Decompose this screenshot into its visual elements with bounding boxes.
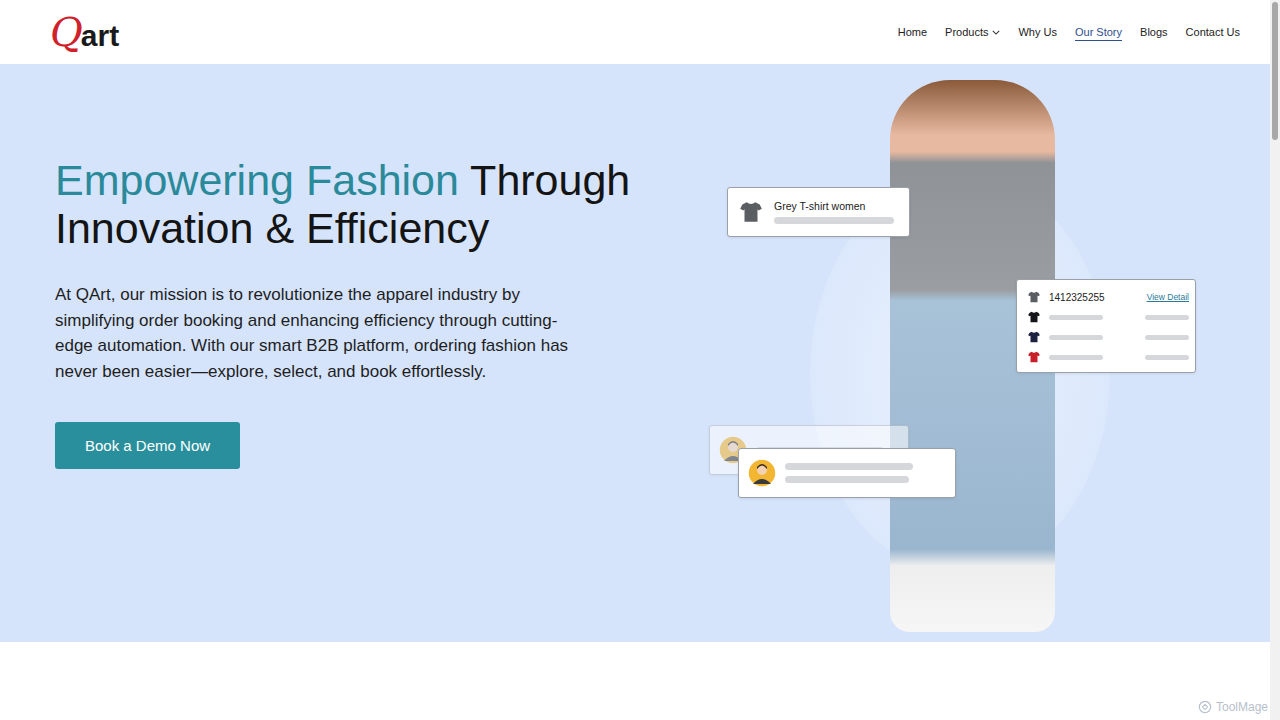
watermark-text: ToolMage — [1216, 700, 1268, 714]
site-header: Qart Home Products Why Us Our Story Blogs Cont… — [0, 0, 1270, 64]
nav-label: Products — [945, 26, 988, 38]
main-content: Qart Home Products Why Us Our Story Blogs Cont… — [0, 0, 1270, 720]
tshirt-icon — [1027, 290, 1041, 304]
placeholder-bar — [1049, 315, 1103, 320]
hero-text: Empowering Fashion Through Innovation & … — [55, 64, 655, 642]
order-row — [1027, 330, 1189, 344]
nav-item[interactable]: Contact Us — [1186, 22, 1240, 42]
scrollbar[interactable] — [1270, 0, 1280, 720]
logo-mark: Q — [50, 12, 83, 52]
placeholder-bar — [1145, 335, 1189, 340]
product-card[interactable]: Grey T-shirt women — [727, 187, 910, 237]
watermark: ToolMage — [1198, 700, 1268, 714]
nav-label: Home — [898, 26, 927, 38]
nav-item[interactable]: Why Us — [1018, 22, 1057, 42]
tshirt-icon — [1027, 350, 1041, 364]
order-row — [1027, 310, 1189, 324]
placeholder-bar — [785, 476, 909, 483]
nav-item[interactable]: Home — [898, 22, 927, 42]
main-nav: Home Products Why Us Our Story Blogs Contact … — [898, 22, 1240, 42]
nav-item[interactable]: Our Story — [1075, 22, 1122, 42]
nav-label: Blogs — [1140, 26, 1168, 38]
placeholder-bar — [1049, 355, 1103, 360]
order-row: 1412325255 View Detail — [1027, 290, 1189, 304]
placeholder-bar — [1049, 335, 1103, 340]
tshirt-icon — [738, 199, 764, 225]
contact-lines — [785, 463, 947, 483]
watermark-logo-icon — [1198, 700, 1212, 714]
placeholder-bar — [785, 463, 913, 470]
placeholder-bar — [1145, 355, 1189, 360]
placeholder-bar — [1145, 315, 1189, 320]
product-card-body: Grey T-shirt women — [774, 200, 899, 224]
user-avatar-icon — [747, 458, 777, 488]
book-demo-button[interactable]: Book a Demo Now — [55, 422, 240, 469]
view-detail-link[interactable]: View Detail — [1147, 292, 1189, 302]
scrollbar-thumb[interactable] — [1272, 2, 1278, 140]
order-detail-card: 1412325255 View Detail — [1016, 279, 1196, 373]
hero-visual: Grey T-shirt women 1412325255 View Detail — [700, 64, 1260, 642]
nav-label: Our Story — [1075, 26, 1122, 38]
nav-label: Why Us — [1018, 26, 1057, 38]
hero-description: At QArt, our mission is to revolutionize… — [55, 282, 595, 384]
hero-title-accent: Empowering Fashion — [55, 156, 459, 204]
placeholder-bar — [774, 217, 894, 224]
hero-title: Empowering Fashion Through Innovation & … — [55, 156, 655, 252]
logo-text: art — [81, 21, 119, 51]
hero-section: Empowering Fashion Through Innovation & … — [0, 64, 1270, 642]
nav-item[interactable]: Blogs — [1140, 22, 1168, 42]
order-row — [1027, 350, 1189, 364]
nav-item[interactable]: Products — [945, 22, 1000, 42]
logo[interactable]: Qart — [50, 12, 119, 52]
contact-card — [738, 448, 956, 498]
page: Qart Home Products Why Us Our Story Blogs Cont… — [0, 0, 1280, 720]
tshirt-icon — [1027, 330, 1041, 344]
product-label: Grey T-shirt women — [774, 200, 899, 212]
tshirt-icon — [1027, 310, 1041, 324]
chevron-down-icon — [992, 30, 1000, 35]
next-section — [0, 642, 1270, 720]
nav-label: Contact Us — [1186, 26, 1240, 38]
order-number: 1412325255 — [1049, 292, 1139, 303]
